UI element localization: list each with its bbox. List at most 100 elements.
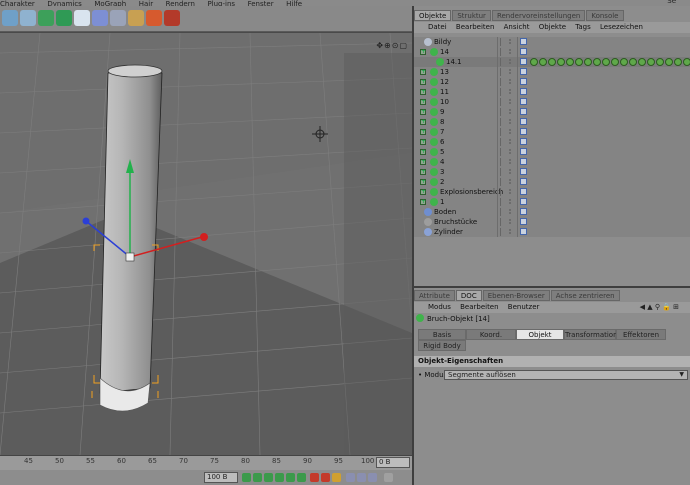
material-ball-icon[interactable] [602, 58, 610, 66]
object-row[interactable]: Zylinder [414, 227, 690, 237]
visibility-toggle[interactable] [500, 98, 504, 106]
render-view-icon[interactable] [164, 10, 180, 26]
object-row[interactable]: +14 [414, 47, 690, 57]
cube-tool-icon[interactable] [2, 10, 18, 26]
tab-doc[interactable]: DOC [455, 290, 482, 301]
visibility-toggle[interactable] [500, 168, 504, 176]
visibility-toggle[interactable] [500, 138, 504, 146]
render-dots-icon[interactable] [509, 108, 513, 116]
visibility-toggle[interactable] [500, 208, 504, 216]
tag-icon[interactable] [520, 188, 527, 195]
tag-icon[interactable] [520, 98, 527, 105]
menu-ansicht[interactable]: Ansicht [504, 23, 530, 31]
scene-tool-icon[interactable] [92, 10, 108, 26]
visibility-toggle[interactable] [500, 68, 504, 76]
ptab-objekt[interactable]: Objekt [516, 329, 564, 340]
object-row[interactable]: +5 [414, 147, 690, 157]
nurbs-tool-icon[interactable] [38, 10, 54, 26]
menu-bearbeiten[interactable]: Bearbeiten [456, 23, 494, 31]
visibility-toggle[interactable] [500, 148, 504, 156]
end-frame-field[interactable]: 100 B [204, 472, 238, 483]
autokey-icon[interactable] [321, 473, 330, 482]
go-end-icon[interactable] [297, 473, 306, 482]
visibility-toggle[interactable] [500, 188, 504, 196]
object-row[interactable]: Boden [414, 207, 690, 217]
expand-icon[interactable]: + [420, 159, 426, 165]
light-tool-icon[interactable] [128, 10, 144, 26]
material-ball-icon[interactable] [683, 58, 690, 66]
visibility-toggle[interactable] [500, 228, 504, 236]
render-dots-icon[interactable] [509, 98, 513, 106]
go-start-icon[interactable] [242, 473, 251, 482]
keyframe-icon[interactable] [332, 473, 341, 482]
render-dots-icon[interactable] [509, 218, 513, 226]
timeline-settings-icon[interactable] [384, 473, 393, 482]
material-ball-icon[interactable] [638, 58, 646, 66]
material-ball-icon[interactable] [629, 58, 637, 66]
ptab-basis[interactable]: Basis [418, 329, 466, 340]
render-dots-icon[interactable] [509, 148, 513, 156]
expand-icon[interactable]: + [420, 129, 426, 135]
expand-icon[interactable]: + [420, 109, 426, 115]
object-row[interactable]: Bildy [414, 37, 690, 47]
render-dots-icon[interactable] [509, 38, 513, 46]
prev-frame-icon[interactable] [264, 473, 273, 482]
object-row[interactable]: +1 [414, 197, 690, 207]
move-key-icon[interactable] [346, 473, 355, 482]
tab-objekte[interactable]: Objekte [414, 10, 452, 21]
render-dots-icon[interactable] [509, 128, 513, 136]
tag-icon[interactable] [520, 78, 527, 85]
material-ball-icon[interactable] [656, 58, 664, 66]
tag-icon[interactable] [520, 38, 527, 45]
tag-icon[interactable] [520, 138, 527, 145]
render-dots-icon[interactable] [509, 48, 513, 56]
array-tool-icon[interactable] [56, 10, 72, 26]
render-dots-icon[interactable] [509, 118, 513, 126]
render-dots-icon[interactable] [509, 208, 513, 216]
ptab-rigid-body[interactable]: Rigid Body [418, 340, 466, 351]
material-ball-icon[interactable] [575, 58, 583, 66]
tag-icon[interactable] [520, 88, 527, 95]
menu-modus[interactable]: Modus [428, 303, 451, 311]
object-row[interactable]: + Explosionsbereich [414, 187, 690, 197]
timeline[interactable]: 45 50 55 60 65 70 75 80 85 90 95 100 0 B… [0, 455, 412, 485]
current-frame-field[interactable]: 0 B [376, 457, 410, 468]
tag-icon[interactable] [520, 128, 527, 135]
expand-icon[interactable]: + [420, 199, 426, 205]
expand-icon[interactable]: + [420, 49, 426, 55]
camera-tool-icon[interactable] [110, 10, 126, 26]
render-dots-icon[interactable] [509, 138, 513, 146]
material-ball-icon[interactable] [539, 58, 547, 66]
material-ball-icon[interactable] [566, 58, 574, 66]
tag-icon[interactable] [520, 178, 527, 185]
menu-bearbeiten[interactable]: Bearbeiten [460, 303, 498, 311]
render-dots-icon[interactable] [509, 78, 513, 86]
visibility-toggle[interactable] [500, 128, 504, 136]
visibility-toggle[interactable] [500, 88, 504, 96]
visibility-toggle[interactable] [500, 48, 504, 56]
object-row[interactable]: +8 [414, 117, 690, 127]
expand-icon[interactable]: + [420, 79, 426, 85]
object-row[interactable]: +13 [414, 67, 690, 77]
menu-lesezeichen[interactable]: Lesezeichen [600, 23, 643, 31]
expand-icon[interactable]: + [420, 189, 426, 195]
object-row[interactable]: Bruchstücke [414, 217, 690, 227]
material-ball-icon[interactable] [620, 58, 628, 66]
material-ball-icon[interactable] [611, 58, 619, 66]
tag-icon[interactable] [520, 198, 527, 205]
expand-icon[interactable]: + [420, 99, 426, 105]
render-dots-icon[interactable] [509, 188, 513, 196]
render-tool-icon[interactable] [146, 10, 162, 26]
tag-icon[interactable] [520, 158, 527, 165]
object-row[interactable]: +9 [414, 107, 690, 117]
ptab-effektoren[interactable]: Effektoren [616, 329, 666, 340]
material-ball-icon[interactable] [557, 58, 565, 66]
tab-ebenen-browser[interactable]: Ebenen-Browser [482, 290, 550, 301]
tag-icon[interactable] [520, 48, 527, 55]
render-dots-icon[interactable] [509, 168, 513, 176]
tag-icon[interactable] [520, 118, 527, 125]
timeline-ruler[interactable]: 45 50 55 60 65 70 75 80 85 90 95 100 0 B [0, 456, 412, 470]
ptab-transformation[interactable]: Transformation [564, 329, 618, 340]
object-row[interactable]: +7 [414, 127, 690, 137]
visibility-toggle[interactable] [500, 78, 504, 86]
